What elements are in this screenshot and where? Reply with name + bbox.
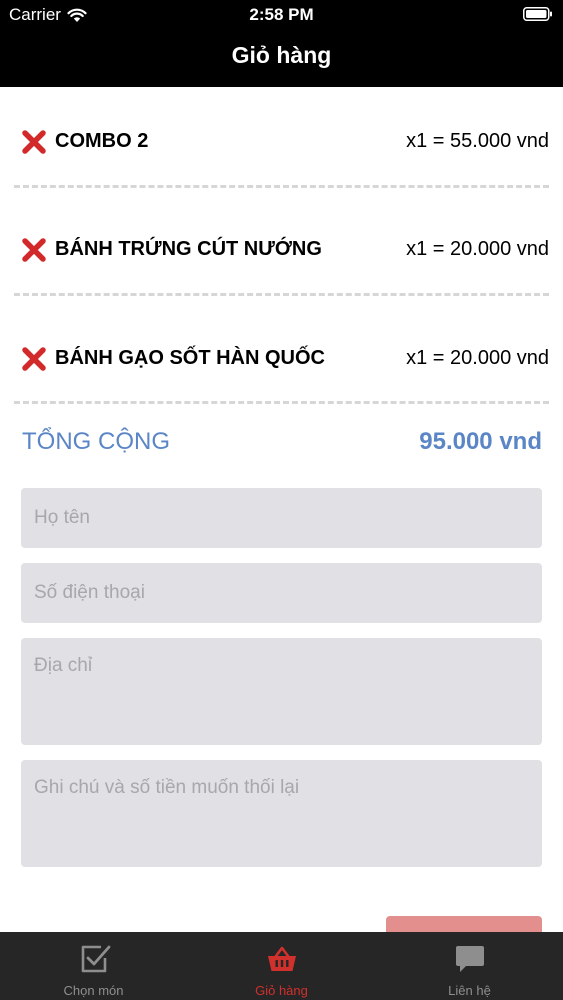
status-time: 2:58 PM bbox=[249, 5, 314, 24]
cart-list: COMBO 2 x1 = 55.000 vnd BÁNH TRỨNG CÚT N… bbox=[0, 87, 563, 411]
tab-label: Giỏ hàng bbox=[255, 983, 308, 998]
item-name: BÁNH TRỨNG CÚT NƯỚNG bbox=[55, 238, 322, 260]
remove-item-icon[interactable] bbox=[21, 129, 47, 155]
tab-gio-hang[interactable]: Giỏ hàng bbox=[188, 932, 375, 1000]
tab-label: Chọn món bbox=[63, 983, 124, 998]
cart-item: COMBO 2 x1 = 55.000 vnd bbox=[0, 87, 563, 195]
tab-chon-mon[interactable]: Chọn món bbox=[0, 932, 187, 1000]
phone-field[interactable] bbox=[21, 563, 542, 623]
page-title: Giỏ hàng bbox=[231, 42, 332, 68]
address-field[interactable] bbox=[21, 638, 542, 745]
item-name: BÁNH GẠO SỐT HÀN QUỐC bbox=[55, 347, 325, 369]
item-price: x1 = 55.000 vnd bbox=[406, 130, 549, 152]
cart-item: BÁNH GẠO SỐT HÀN QUỐC x1 = 20.000 vnd bbox=[0, 303, 563, 411]
battery-icon bbox=[523, 7, 552, 21]
total-value: 95.000 vnd bbox=[419, 428, 542, 455]
chat-bubble-icon bbox=[455, 946, 484, 972]
item-name: COMBO 2 bbox=[55, 130, 149, 152]
tab-lien-he[interactable]: Liên hệ bbox=[376, 932, 563, 1000]
header: Carrier 2:58 PM Giỏ hàng bbox=[0, 0, 563, 87]
remove-item-icon[interactable] bbox=[21, 237, 47, 263]
remove-item-icon[interactable] bbox=[21, 346, 47, 372]
item-divider bbox=[14, 401, 549, 404]
tab-label: Liên hệ bbox=[448, 983, 491, 998]
item-price: x1 = 20.000 vnd bbox=[406, 238, 549, 260]
tab-bar: Chọn món Giỏ hàng Liên hệ bbox=[0, 932, 563, 1000]
status-bar: Carrier 2:58 PM bbox=[0, 0, 563, 30]
total-label: TỔNG CỘNG bbox=[22, 428, 170, 455]
item-price: x1 = 20.000 vnd bbox=[406, 347, 549, 369]
cart-item: BÁNH TRỨNG CÚT NƯỚNG x1 = 20.000 vnd bbox=[0, 195, 563, 303]
basket-icon bbox=[267, 946, 296, 971]
item-divider bbox=[14, 185, 549, 188]
note-field[interactable] bbox=[21, 760, 542, 867]
checkbox-icon bbox=[81, 945, 110, 973]
name-field[interactable] bbox=[21, 488, 542, 548]
item-divider bbox=[14, 293, 549, 296]
